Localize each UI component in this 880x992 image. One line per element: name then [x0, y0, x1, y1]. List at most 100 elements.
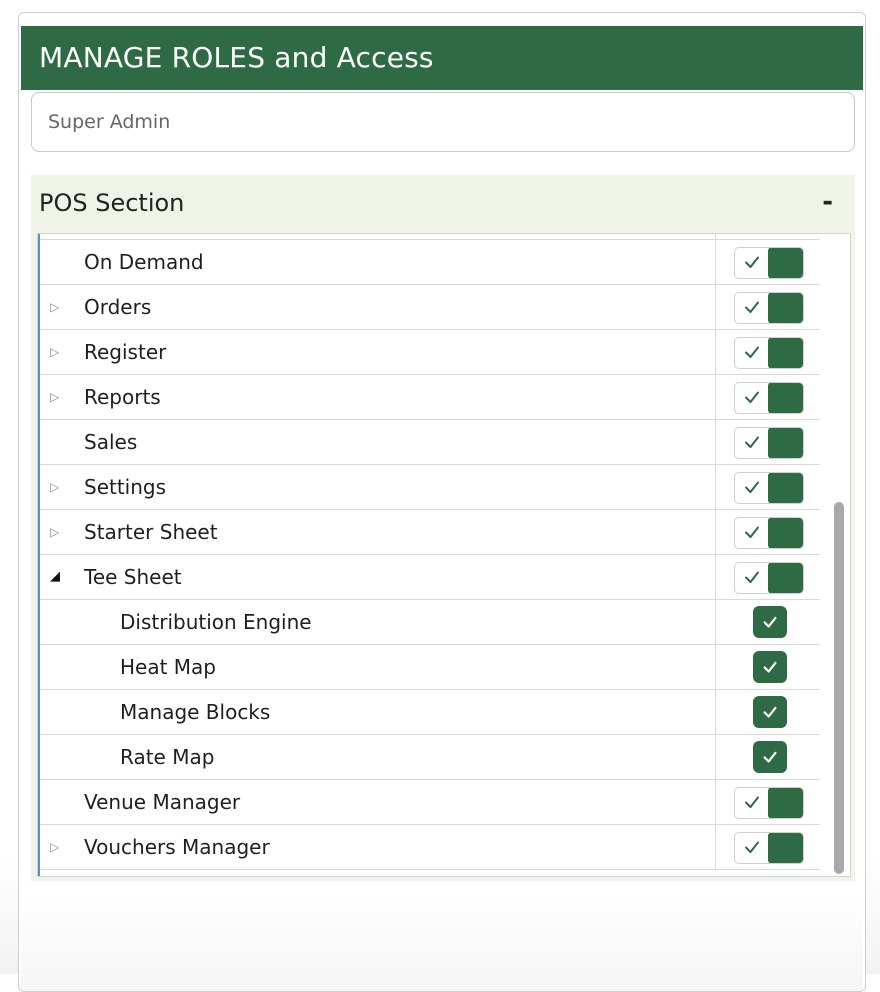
table-row: ▷ Reports [40, 375, 820, 420]
row-label-cell: Distribution Engine [40, 600, 716, 644]
pos-section: POS Section - On Demand ▷ Orders ▷ Register ▷… [31, 175, 855, 881]
table-row: ▷ Settings [40, 465, 820, 510]
check-icon [742, 837, 762, 857]
row-label-cell: ▷ Register [40, 330, 716, 374]
table-row: ◢ Tee Sheet [40, 555, 820, 600]
row-label-cell: ▷ Vouchers Manager [40, 825, 716, 869]
permission-toggle[interactable] [734, 832, 804, 864]
triangle-right-icon[interactable]: ▷ [50, 389, 64, 405]
row-control-cell [716, 375, 820, 419]
row-control-cell [716, 285, 820, 329]
toggle-knob [768, 518, 803, 548]
toggle-knob [768, 383, 803, 413]
row-control-cell [716, 690, 820, 734]
triangle-right-icon[interactable]: ▷ [50, 479, 64, 495]
permission-checkbox[interactable] [753, 741, 787, 773]
toggle-knob [768, 248, 803, 278]
section-title: POS Section [39, 189, 185, 217]
row-label: Sales [84, 430, 138, 454]
permissions-tree: On Demand ▷ Orders ▷ Register ▷ Reports Sales ▷ S… [37, 233, 851, 877]
row-label-cell: Heat Map [40, 645, 716, 689]
row-label: Settings [84, 475, 167, 499]
permission-toggle[interactable] [734, 427, 804, 459]
triangle-down-icon[interactable]: ◢ [50, 569, 64, 585]
permission-checkbox[interactable] [753, 651, 787, 683]
toggle-knob [768, 833, 803, 863]
panel-bottom-area [21, 893, 863, 991]
row-label-cell: On Demand [40, 240, 716, 284]
row-control-cell [716, 735, 820, 779]
row-control-cell [716, 420, 820, 464]
row-label-cell: Venue Manager [40, 780, 716, 824]
row-label: Distribution Engine [120, 610, 312, 634]
row-control-cell [716, 600, 820, 644]
permission-toggle[interactable] [734, 517, 804, 549]
permission-toggle[interactable] [734, 382, 804, 414]
permission-checkbox[interactable] [753, 696, 787, 728]
check-icon [742, 252, 762, 272]
row-control-cell [716, 240, 820, 284]
row-control-cell [716, 330, 820, 374]
table-row: Rate Map [40, 735, 820, 780]
table-row: Venue Manager [40, 780, 820, 825]
row-label: Manage Blocks [120, 700, 271, 724]
check-icon [761, 703, 779, 721]
triangle-right-icon[interactable]: ▷ [50, 344, 64, 360]
table-row: Distribution Engine [40, 600, 820, 645]
check-icon [742, 342, 762, 362]
row-label: Orders [84, 295, 152, 319]
scrollbar-thumb[interactable] [834, 502, 844, 874]
row-control-cell [716, 645, 820, 689]
toggle-knob [768, 788, 803, 818]
row-label: Rate Map [120, 745, 215, 769]
row-label-cell: Sales [40, 420, 716, 464]
row-label-cell: ▷ Reports [40, 375, 716, 419]
check-icon [742, 522, 762, 542]
role-name-input[interactable] [31, 92, 855, 152]
permission-toggle[interactable] [734, 337, 804, 369]
row-label-cell: Rate Map [40, 735, 716, 779]
row-control-cell [716, 555, 820, 599]
scrollbar-track[interactable] [824, 234, 850, 876]
toggle-knob [768, 293, 803, 323]
permission-toggle[interactable] [734, 472, 804, 504]
row-label-cell [40, 234, 716, 239]
toggle-knob [768, 473, 803, 503]
row-label-cell: ◢ Tee Sheet [40, 555, 716, 599]
permission-toggle[interactable] [734, 292, 804, 324]
row-label-cell: Manage Blocks [40, 690, 716, 734]
triangle-right-icon[interactable]: ▷ [50, 839, 64, 855]
check-icon [742, 567, 762, 587]
check-icon [742, 387, 762, 407]
permission-toggle[interactable] [734, 562, 804, 594]
row-control-cell [716, 510, 820, 554]
triangle-right-icon[interactable]: ▷ [50, 524, 64, 540]
table-row: Sales [40, 420, 820, 465]
check-icon [742, 297, 762, 317]
row-control-cell [716, 465, 820, 509]
row-label-cell: ▷ Settings [40, 465, 716, 509]
table-row: Heat Map [40, 645, 820, 690]
permission-checkbox[interactable] [753, 606, 787, 638]
row-label: Heat Map [120, 655, 217, 679]
toggle-knob [768, 563, 803, 593]
table-row: Manage Blocks [40, 690, 820, 735]
check-icon [742, 792, 762, 812]
check-icon [761, 658, 779, 676]
table-row: ▷ Vouchers Manager [40, 825, 820, 870]
table-row: ▷ Orders [40, 285, 820, 330]
table-row: ▷ Register [40, 330, 820, 375]
permission-toggle[interactable] [734, 787, 804, 819]
row-label: On Demand [84, 250, 204, 274]
permission-toggle[interactable] [734, 247, 804, 279]
triangle-right-icon[interactable]: ▷ [50, 299, 64, 315]
row-label: Venue Manager [84, 790, 241, 814]
row-control-cell [716, 780, 820, 824]
row-control-cell [716, 825, 820, 869]
check-icon [761, 613, 779, 631]
toggle-knob [768, 428, 803, 458]
row-label: Starter Sheet [84, 520, 218, 544]
row-label-cell: ▷ Orders [40, 285, 716, 329]
toggle-knob [768, 338, 803, 368]
section-collapse-button[interactable]: - [822, 175, 833, 231]
